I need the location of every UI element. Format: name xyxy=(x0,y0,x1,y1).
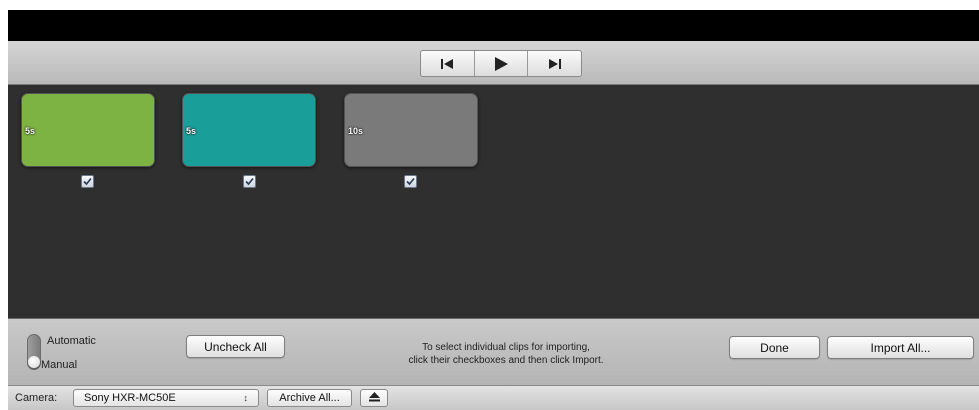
play-icon xyxy=(493,56,509,71)
clip-thumbnail[interactable] xyxy=(344,93,478,167)
video-preview-area xyxy=(8,10,979,41)
camera-select[interactable]: Sony HXR-MC50E ↕ xyxy=(73,389,259,407)
clip-duration: 5s xyxy=(25,126,36,136)
import-instructions: To select individual clips for importing… xyxy=(364,341,648,367)
play-button[interactable] xyxy=(475,51,529,76)
clip-duration: 5s xyxy=(186,126,197,136)
checkmark-icon xyxy=(245,177,254,186)
done-button[interactable]: Done xyxy=(729,336,820,359)
clip-checkbox[interactable] xyxy=(243,175,256,188)
mode-switch-knob[interactable] xyxy=(28,356,40,368)
archive-all-button[interactable]: Archive All... xyxy=(267,389,352,407)
checkmark-icon xyxy=(83,177,92,186)
clip-item[interactable]: 5s xyxy=(182,93,316,167)
clip-checkbox[interactable] xyxy=(404,175,417,188)
clip-browser: 5s 5s 10s xyxy=(8,85,979,318)
automatic-label[interactable]: Automatic xyxy=(47,335,96,347)
status-bar: Camera: Sony HXR-MC50E ↕ Archive All... xyxy=(8,385,979,410)
eject-icon xyxy=(368,391,380,405)
previous-button[interactable] xyxy=(421,51,475,76)
import-all-button[interactable]: Import All... xyxy=(827,336,974,359)
clip-thumbnail[interactable] xyxy=(182,93,316,167)
checkmark-icon xyxy=(406,177,415,186)
import-window: 5s 5s 10s Automatic Manual Uncheck All T… xyxy=(8,10,979,410)
clip-duration: 10s xyxy=(348,126,364,136)
clip-checkbox[interactable] xyxy=(81,175,94,188)
mode-switch[interactable] xyxy=(27,334,41,370)
camera-select-value: Sony HXR-MC50E xyxy=(84,392,176,404)
uncheck-all-button[interactable]: Uncheck All xyxy=(186,335,285,358)
eject-button[interactable] xyxy=(360,389,388,407)
clip-item[interactable]: 5s xyxy=(21,93,155,167)
skip-back-icon xyxy=(440,58,454,70)
instructions-line-2: click their checkboxes and then click Im… xyxy=(408,355,604,366)
manual-label[interactable]: Manual xyxy=(41,359,77,371)
camera-label: Camera: xyxy=(15,392,58,404)
transport-toolbar xyxy=(8,41,979,85)
instructions-line-1: To select individual clips for importing… xyxy=(422,342,590,353)
import-controls-bar: Automatic Manual Uncheck All To select i… xyxy=(8,318,979,385)
clip-thumbnail[interactable] xyxy=(21,93,155,167)
transport-controls xyxy=(420,50,582,77)
clip-item[interactable]: 10s xyxy=(344,93,478,167)
select-arrows-icon: ↕ xyxy=(243,393,249,403)
skip-forward-icon xyxy=(548,58,562,70)
next-button[interactable] xyxy=(528,51,581,76)
